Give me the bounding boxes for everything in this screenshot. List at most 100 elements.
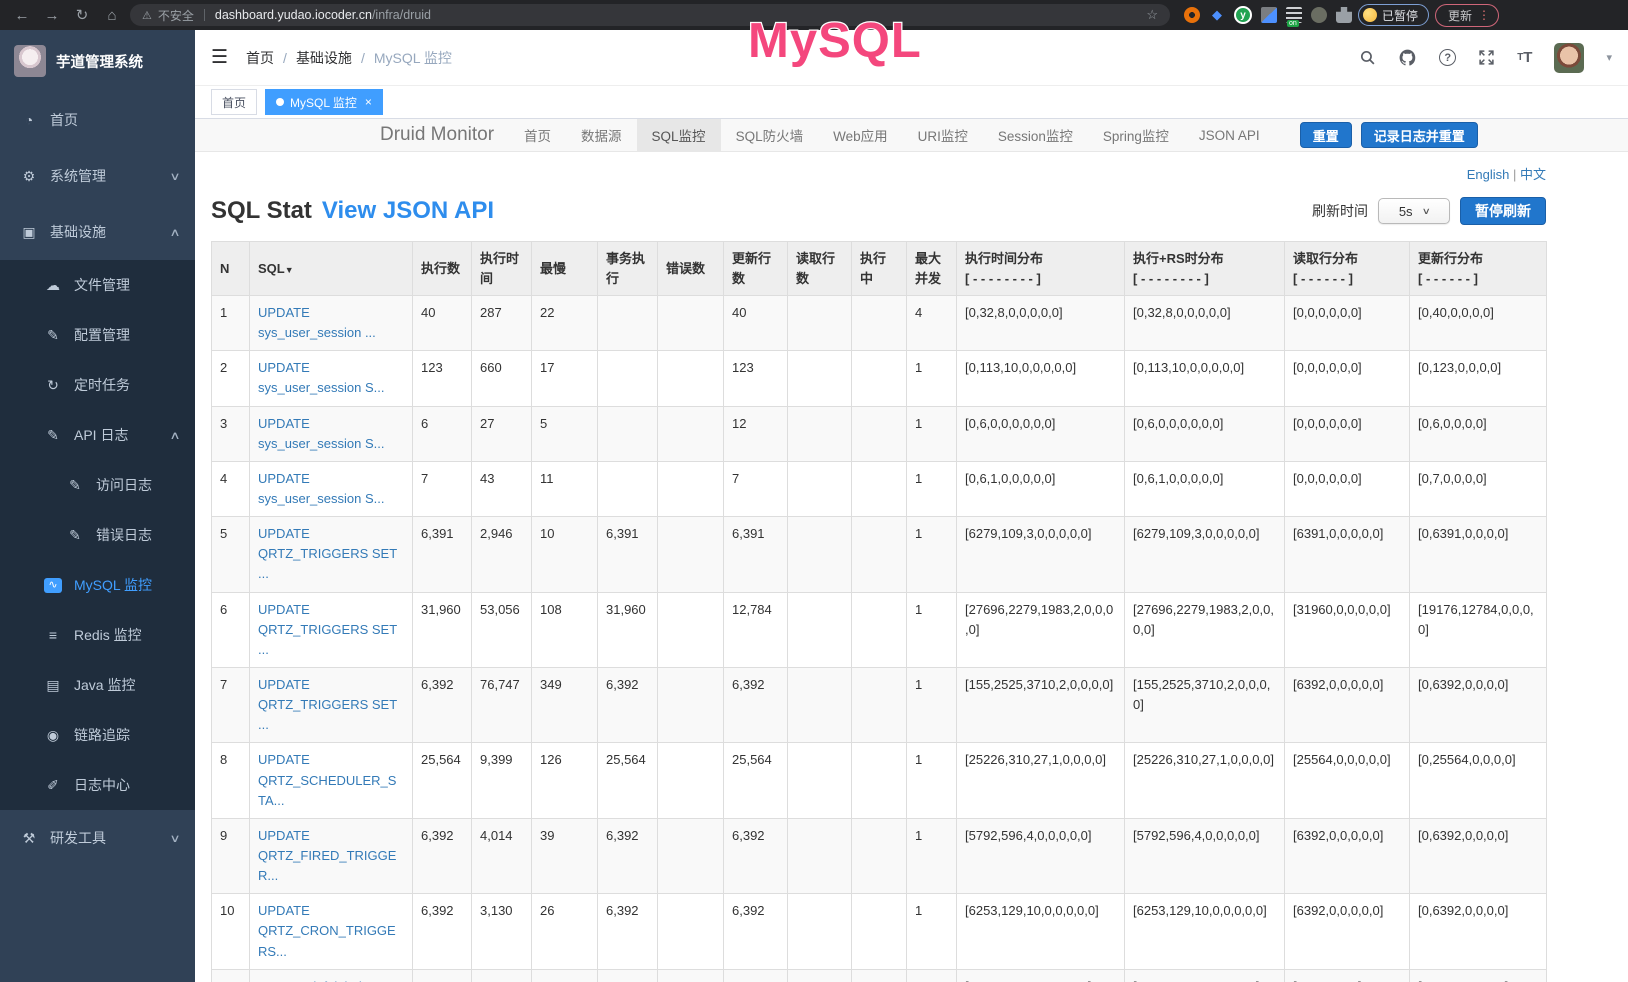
sidebar-item-0[interactable]: ◔首页 (0, 92, 195, 148)
sql-link[interactable]: UPDATE QRTZ_SCHEDULER_STA... (258, 752, 396, 807)
druid-brand[interactable]: Druid Monitor (365, 119, 509, 151)
data-cell (658, 894, 724, 969)
data-cell: [6392,0,0,0,0,0] (1285, 894, 1410, 969)
extension-ring-icon[interactable] (1184, 7, 1200, 23)
app-logo[interactable]: 芋道管理系统 (0, 30, 195, 92)
help-icon[interactable]: ? (1439, 49, 1456, 66)
col-header-3[interactable]: 执行时间 (472, 242, 532, 296)
tag-tab-1[interactable]: MySQL 监控× (265, 89, 383, 115)
data-cell: [27696,2279,1983,2,0,0,0,0] (957, 592, 1125, 667)
security-warning-icon[interactable]: ⚠ (142, 9, 152, 22)
col-header-9[interactable]: 执行中 (852, 242, 907, 296)
extension-blob-icon[interactable] (1311, 7, 1327, 23)
pause-refresh-button[interactable]: 暂停刷新 (1460, 197, 1546, 225)
druid-tab-8[interactable]: JSON API (1184, 119, 1275, 151)
data-cell: 1 (212, 296, 250, 351)
extension-gem-icon[interactable]: ◆ (1209, 7, 1225, 23)
col-header-1[interactable]: SQL▼ (250, 242, 413, 296)
sidebar-item-13[interactable]: ✐日志中心 (0, 760, 195, 810)
refresh-interval-select[interactable]: 5s ∨ (1378, 198, 1450, 224)
sidebar-item-7[interactable]: ✎访问日志 (0, 460, 195, 510)
browser-update-button[interactable]: 更新 ⋮ (1435, 4, 1499, 27)
druid-tab-3[interactable]: SQL防火墙 (721, 119, 819, 151)
col-header-10[interactable]: 最大并发 (907, 242, 957, 296)
extension-squares-icon[interactable] (1261, 7, 1277, 23)
data-cell: [0,6,1,0,0,0,0,0] (957, 461, 1125, 516)
sql-link[interactable]: UPDATE QRTZ_CRON_TRIGGERS... (258, 903, 396, 958)
refresh-time-label: 刷新时间 (1312, 201, 1368, 221)
sql-link[interactable]: UPDATE sys_user_session S... (258, 360, 384, 395)
view-json-api-link[interactable]: View JSON API (322, 197, 494, 225)
druid-tab-1[interactable]: 数据源 (566, 119, 637, 151)
data-cell: 9 (212, 818, 250, 893)
github-icon[interactable] (1398, 48, 1417, 67)
druid-tab-7[interactable]: Spring监控 (1088, 119, 1184, 151)
browser-forward-icon[interactable]: → (40, 7, 64, 24)
sidebar-item-2[interactable]: ▣基础设施∧ (0, 204, 195, 260)
sidebar-item-5[interactable]: ↻定时任务 (0, 360, 195, 410)
druid-tab-5[interactable]: URI监控 (903, 119, 983, 151)
col-header-6[interactable]: 错误数 (658, 242, 724, 296)
sql-link[interactable]: UPDATE sys_user_session S... (258, 416, 384, 451)
table-row-7: 7UPDATE QRTZ_TRIGGERS SET ...6,39276,747… (212, 667, 1547, 742)
log-and-reset-button[interactable]: 记录日志并重置 (1361, 122, 1478, 148)
sidebar-item-6[interactable]: ✎API 日志∧ (0, 410, 195, 460)
lang-chinese-link[interactable]: 中文 (1520, 167, 1546, 182)
tag-close-icon[interactable]: × (365, 95, 372, 109)
druid-tab-2[interactable]: SQL监控 (637, 119, 721, 151)
sidebar-item-9[interactable]: ∿MySQL 监控 (0, 560, 195, 610)
extension-list-on-icon[interactable] (1286, 7, 1302, 23)
font-size-icon[interactable]: TT (1517, 49, 1532, 66)
bookmark-star-icon[interactable]: ☆ (1146, 7, 1158, 23)
col-header-5[interactable]: 事务执行 (598, 242, 658, 296)
druid-tab-6[interactable]: Session监控 (983, 119, 1088, 151)
druid-tab-4[interactable]: Web应用 (818, 119, 903, 151)
col-header-8[interactable]: 读取行数 (788, 242, 852, 296)
sidebar-menu: ◔首页⚙系统管理∨▣基础设施∧☁文件管理✎配置管理↻定时任务✎API 日志∧✎访… (0, 92, 195, 866)
sidebar-item-12[interactable]: ◉链路追踪 (0, 710, 195, 760)
reset-button[interactable]: 重置 (1300, 122, 1352, 148)
browser-menu-dots-icon[interactable]: ⋮ (1478, 8, 1490, 22)
breadcrumb-item-1[interactable]: 基础设施 (296, 48, 352, 68)
sql-link[interactable]: UPDATE sys_user_session ... (258, 305, 376, 340)
lang-english-link[interactable]: English (1467, 167, 1510, 182)
sql-link[interactable]: UPDATE inf_job_log SET e... (258, 979, 376, 982)
sidebar-item-4[interactable]: ✎配置管理 (0, 310, 195, 360)
extensions-puzzle-icon[interactable] (1336, 7, 1352, 23)
druid-tab-0[interactable]: 首页 (509, 119, 566, 151)
sql-link[interactable]: UPDATE QRTZ_FIRED_TRIGGER... (258, 828, 396, 883)
col-header-4[interactable]: 最慢 (532, 242, 598, 296)
address-bar[interactable]: ⚠ 不安全 dashboard.yudao.iocoder.cn/infra/d… (130, 4, 1170, 26)
tag-tab-0[interactable]: 首页 (211, 89, 257, 115)
browser-home-icon[interactable]: ⌂ (100, 7, 124, 24)
sidebar-item-label: 配置管理 (74, 325, 130, 345)
data-cell: [5792,596,4,0,0,0,0,0] (1125, 818, 1285, 893)
sidebar-item-1[interactable]: ⚙系统管理∨ (0, 148, 195, 204)
data-cell: 10 (212, 894, 250, 969)
sidebar-item-label: API 日志 (74, 425, 128, 445)
sql-link[interactable]: UPDATE QRTZ_TRIGGERS SET ... (258, 677, 397, 732)
sidebar-item-14[interactable]: ⚒研发工具∨ (0, 810, 195, 866)
profile-paused-badge[interactable]: 已暂停 (1358, 4, 1429, 26)
sidebar-item-11[interactable]: ▤Java 监控 (0, 660, 195, 710)
extension-y-icon[interactable]: y (1234, 6, 1252, 24)
sql-link[interactable]: UPDATE QRTZ_TRIGGERS SET ... (258, 526, 397, 581)
breadcrumb-item-0[interactable]: 首页 (246, 48, 274, 68)
sidebar-collapse-icon[interactable]: ☰ (211, 46, 228, 69)
browser-reload-icon[interactable]: ↻ (70, 6, 94, 24)
security-label: 不安全 (158, 7, 194, 24)
user-caret-icon[interactable]: ▾ (1606, 51, 1612, 64)
sidebar-item-3[interactable]: ☁文件管理 (0, 260, 195, 310)
sql-link[interactable]: UPDATE QRTZ_TRIGGERS SET ... (258, 602, 397, 657)
search-icon[interactable] (1359, 49, 1376, 66)
sql-link[interactable]: UPDATE sys_user_session S... (258, 471, 384, 506)
data-cell: 5 (212, 517, 250, 592)
browser-back-icon[interactable]: ← (10, 7, 34, 24)
fullscreen-icon[interactable] (1478, 49, 1495, 66)
col-header-7[interactable]: 更新行数 (724, 242, 788, 296)
tag-label: 首页 (222, 94, 246, 111)
col-header-2[interactable]: 执行数 (413, 242, 472, 296)
sidebar-item-10[interactable]: ≡Redis 监控 (0, 610, 195, 660)
sidebar-item-8[interactable]: ✎错误日志 (0, 510, 195, 560)
user-avatar[interactable] (1554, 43, 1584, 73)
